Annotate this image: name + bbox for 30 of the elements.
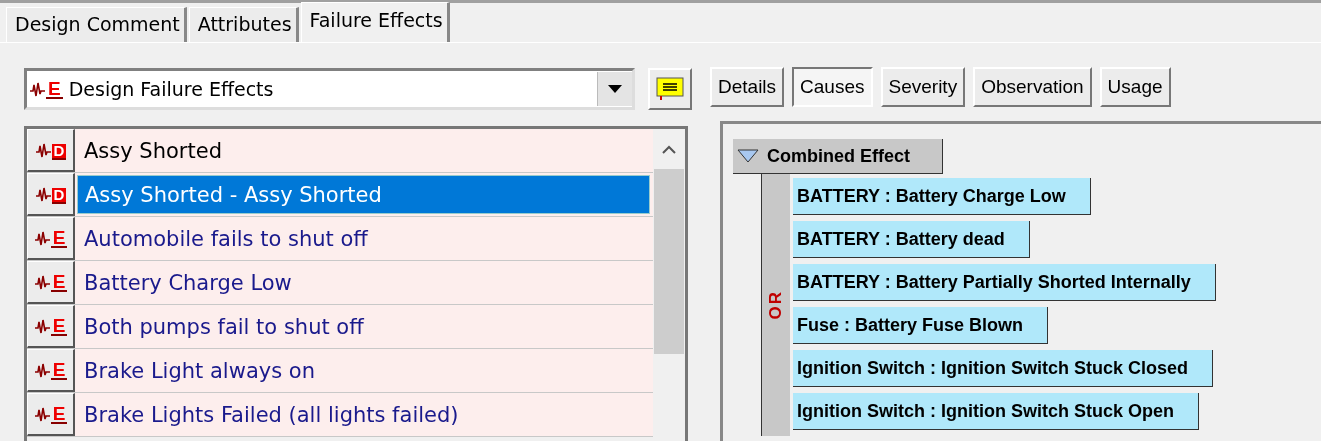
cause-node[interactable]: Ignition Switch : Ignition Switch Stuck Open — [793, 393, 1199, 430]
tree-node[interactable]: Combined Effect — [733, 139, 943, 174]
effect-item[interactable]: Assy Shorted - Assy Shorted — [77, 175, 650, 214]
cause-node[interactable]: Fuse : Battery Fuse Blown — [793, 307, 1049, 344]
effect-item[interactable]: Brake Lights Failed (all lights failed) — [77, 395, 650, 434]
gate-label: OR — [766, 290, 786, 320]
note-icon — [656, 77, 684, 101]
effect-item[interactable]: Battery Charge Low — [77, 263, 650, 302]
node-label: Combined Effect — [767, 145, 910, 167]
view-button[interactable]: Causes — [792, 67, 873, 107]
view-button[interactable]: Observation — [973, 67, 1092, 107]
note-button[interactable] — [648, 68, 692, 110]
dropdown-value: Design Failure Effects — [68, 78, 275, 100]
view-button[interactable]: Usage — [1099, 67, 1171, 107]
effect-item[interactable]: Both pumps fail to shut off — [77, 307, 650, 346]
cause-node[interactable]: BATTERY : Battery dead — [793, 221, 1030, 258]
tab[interactable]: Failure Effects — [300, 2, 450, 42]
effect-item[interactable]: Brake Light always on — [77, 351, 650, 390]
cause-node[interactable]: Ignition Switch : Ignition Switch Stuck Closed — [793, 350, 1213, 387]
effect-item[interactable]: Automobile fails to shut off — [77, 219, 650, 258]
view-button[interactable]: Details — [710, 67, 785, 107]
cause-node[interactable]: BATTERY : Battery Partially Shorted Internally — [793, 264, 1216, 301]
effect-type-dropdown[interactable]: E Design Failure Effects — [24, 68, 635, 110]
view-button[interactable]: Severity — [880, 67, 966, 107]
tab[interactable]: Attributes — [188, 7, 299, 42]
cause-node[interactable]: BATTERY : Battery Charge Low — [793, 178, 1091, 215]
tab[interactable]: Design Comment — [6, 7, 187, 42]
expanded-triangle-icon[interactable] — [737, 149, 759, 163]
scrollbar-thumb[interactable] — [654, 169, 684, 354]
effect-item[interactable]: Assy Shorted — [77, 131, 650, 170]
